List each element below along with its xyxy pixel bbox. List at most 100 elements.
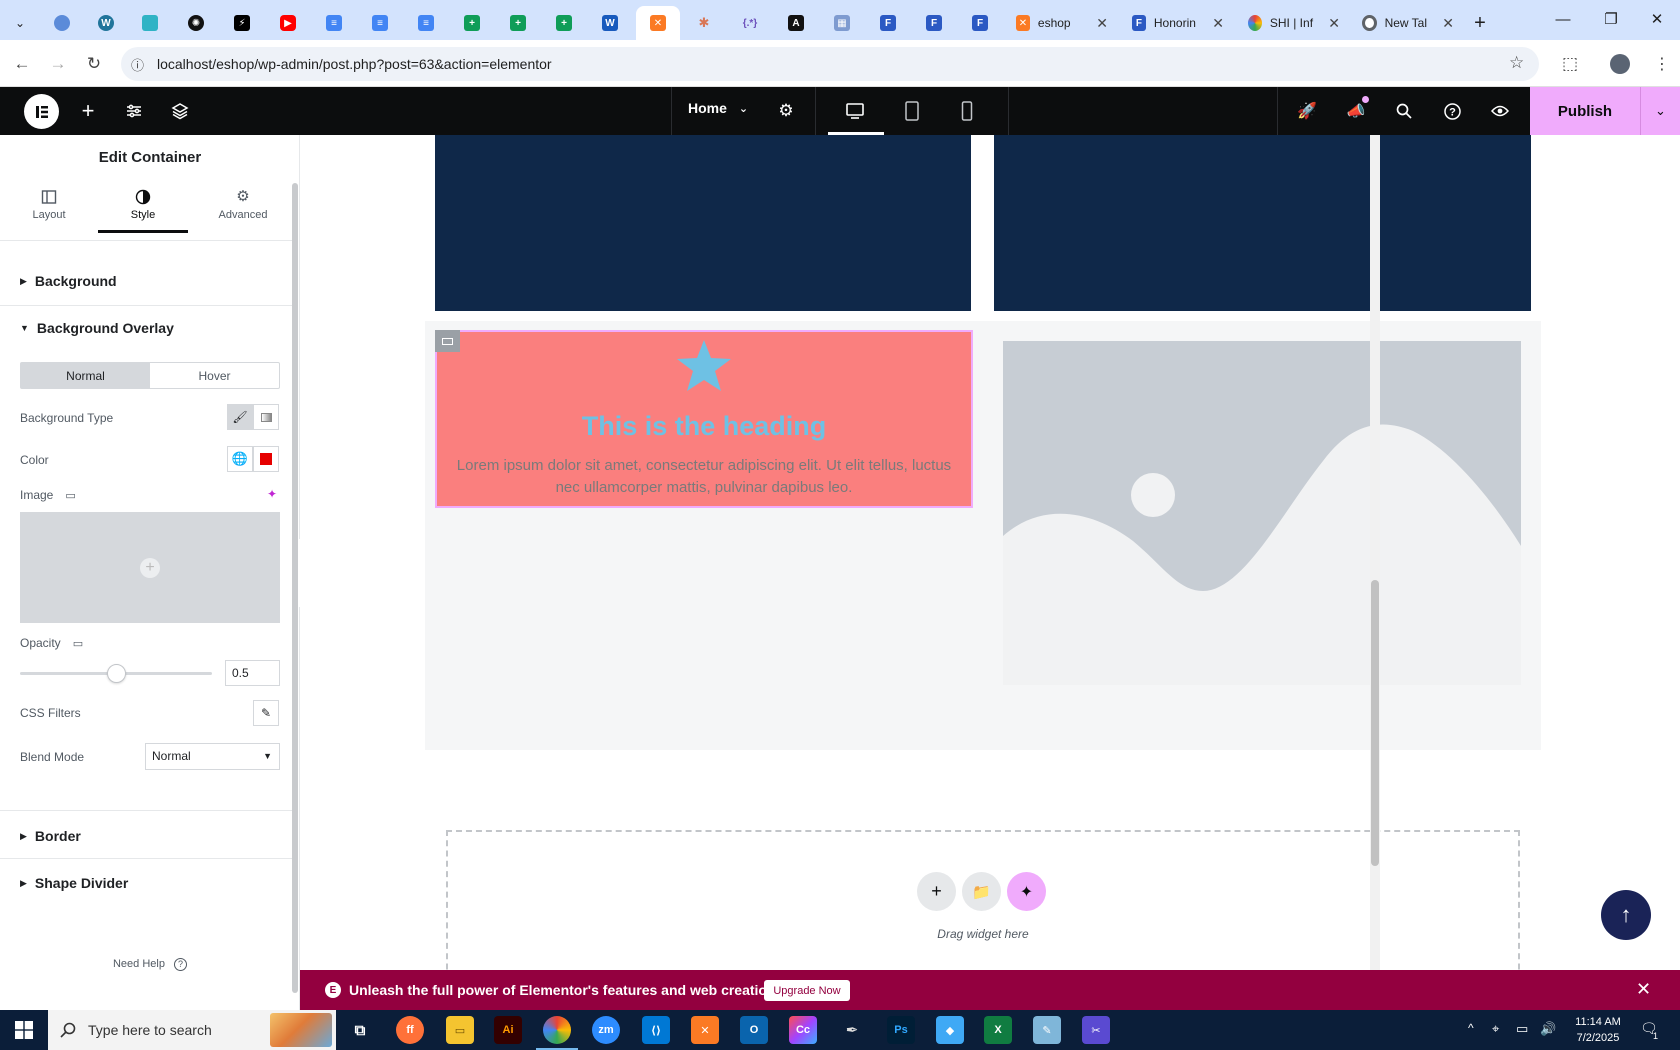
notepad-icon[interactable]: ✎ — [1033, 1016, 1061, 1044]
browser-tab-shi[interactable]: SHI | Inf ✕ — [1238, 6, 1350, 40]
restore-icon[interactable]: ❐ — [1588, 8, 1634, 32]
file-explorer-icon[interactable]: ▭ — [446, 1016, 474, 1044]
back-icon[interactable]: ← — [8, 50, 36, 78]
browser-tab[interactable]: + — [498, 6, 538, 40]
browser-tab[interactable]: ✺ — [176, 6, 216, 40]
snipping-tool-icon[interactable]: ✂ — [1082, 1016, 1110, 1044]
outlook-icon[interactable]: O — [740, 1016, 768, 1044]
text-editor-widget[interactable]: Lorem ipsum dolor sit amet, consectetur … — [450, 455, 958, 499]
css-filters-edit-button[interactable]: ✎ — [253, 700, 279, 726]
close-icon[interactable]: ✕ — [1636, 979, 1651, 1000]
ai-generate-button[interactable]: ✦ — [1007, 872, 1046, 911]
container-handle[interactable] — [435, 330, 460, 352]
back-to-top-button[interactable]: ↑ — [1601, 890, 1651, 940]
opacity-slider-handle[interactable] — [107, 664, 126, 683]
add-element-icon[interactable]: + — [76, 98, 100, 123]
browser-tab[interactable]: ▶ — [268, 6, 308, 40]
reload-icon[interactable]: ↻ — [80, 50, 108, 78]
upgrade-now-button[interactable]: Upgrade Now — [764, 980, 850, 1001]
tablet-device-icon[interactable] — [900, 99, 924, 123]
blend-mode-select[interactable]: Normal ▼ — [145, 743, 280, 770]
new-tab-button[interactable]: + — [1464, 6, 1496, 40]
system-clock[interactable]: 11:14 AM 7/2/2025 — [1568, 1014, 1628, 1046]
close-window-icon[interactable]: ✕ — [1634, 8, 1680, 32]
help-icon[interactable]: ? — [1440, 99, 1464, 123]
browser-tab-honorin[interactable]: F Honorin ✕ — [1122, 6, 1234, 40]
browser-tab[interactable] — [42, 6, 82, 40]
publish-button[interactable]: Publish — [1530, 87, 1640, 135]
start-button[interactable] — [0, 1010, 48, 1050]
tab-advanced[interactable]: ⚙ Advanced — [198, 181, 288, 233]
browser-tab[interactable]: ▦ — [822, 6, 862, 40]
browser-tab-eshop[interactable]: ✕ eshop ✕ — [1006, 6, 1118, 40]
browser-tab[interactable]: ≡ — [406, 6, 446, 40]
excel-icon[interactable]: X — [984, 1016, 1012, 1044]
firefox-icon[interactable]: ff — [396, 1016, 424, 1044]
browser-menu-icon[interactable]: ⋮ — [1648, 50, 1676, 78]
chrome-icon[interactable] — [543, 1016, 571, 1044]
opacity-input[interactable]: 0.5 — [225, 660, 280, 686]
tab-search-button[interactable]: ⌄ — [6, 6, 34, 40]
publish-options-button[interactable]: ⌄ — [1640, 87, 1680, 135]
structure-layers-icon[interactable] — [168, 99, 192, 123]
browser-tab[interactable]: W — [86, 6, 126, 40]
browser-tab[interactable]: F — [868, 6, 908, 40]
volume-icon[interactable]: 🔊 — [1540, 1021, 1556, 1037]
show-hidden-icons-icon[interactable]: ^ — [1468, 1021, 1474, 1035]
location-icon[interactable]: ⌖ — [1492, 1021, 1499, 1037]
extensions-icon[interactable]: ⬚ — [1556, 50, 1584, 78]
rocket-icon[interactable]: 🚀 — [1295, 99, 1319, 123]
panel-scrollbar[interactable] — [292, 183, 298, 993]
state-normal-tab[interactable]: Normal — [21, 363, 150, 388]
network-icon[interactable]: ▭ — [1516, 1021, 1528, 1037]
browser-tab[interactable]: ≡ — [360, 6, 400, 40]
browser-tab[interactable]: + — [452, 6, 492, 40]
browser-tab[interactable]: A — [776, 6, 816, 40]
close-icon[interactable]: ✕ — [1328, 15, 1340, 32]
mobile-device-icon[interactable] — [955, 99, 979, 123]
pen-tool-icon[interactable]: ✒ — [838, 1016, 866, 1044]
tab-layout[interactable]: Layout — [4, 181, 94, 233]
desktop-responsive-icon[interactable]: ▭ — [65, 489, 75, 502]
close-icon[interactable]: ✕ — [1212, 15, 1224, 32]
browser-tab[interactable]: + — [544, 6, 584, 40]
search-icon[interactable] — [1392, 99, 1416, 123]
site-settings-icon[interactable] — [122, 99, 146, 123]
template-library-button[interactable]: 📁 — [962, 872, 1001, 911]
browser-tab-new[interactable]: New Tal ✕ — [1352, 6, 1464, 40]
illustrator-icon[interactable]: Ai — [494, 1016, 522, 1044]
elementor-logo-icon[interactable] — [24, 94, 59, 129]
bookmark-star-icon[interactable]: ☆ — [1509, 53, 1524, 73]
browser-tab[interactable] — [130, 6, 170, 40]
dark-container-left[interactable] — [435, 135, 971, 311]
page-selector[interactable]: Home ⌄ — [688, 100, 748, 116]
bg-type-classic-button[interactable]: 🖌 — [227, 404, 253, 430]
ai-sparkle-icon[interactable]: ✦ — [267, 487, 277, 501]
browser-tab-active[interactable]: ✕ — [636, 6, 680, 40]
page-settings-gear-icon[interactable]: ⚙ — [774, 99, 798, 123]
close-icon[interactable]: ✕ — [1442, 15, 1454, 32]
canvas-scrollbar-thumb[interactable] — [1371, 580, 1379, 866]
bg-type-gradient-button[interactable] — [253, 404, 279, 430]
heading-widget[interactable]: This is the heading — [435, 411, 973, 442]
xampp-icon[interactable]: ✕ — [691, 1016, 719, 1044]
global-color-button[interactable]: 🌐 — [227, 446, 253, 472]
section-shape-divider[interactable]: ▶ Shape Divider — [20, 875, 128, 891]
address-bar[interactable]: ⓘ localhost/eshop/wp-admin/post.php?post… — [121, 47, 1539, 81]
section-background[interactable]: ▶ Background — [20, 273, 117, 289]
browser-tab[interactable]: ⚡ — [222, 6, 262, 40]
browser-tab[interactable]: {.*} — [730, 6, 770, 40]
vscode-icon[interactable]: ⟨⟩ — [642, 1016, 670, 1044]
browser-tab[interactable]: F — [960, 6, 1000, 40]
preview-eye-icon[interactable] — [1488, 99, 1512, 123]
minimize-icon[interactable]: — — [1540, 8, 1586, 32]
image-placeholder[interactable] — [1003, 341, 1521, 685]
browser-tab[interactable]: W — [590, 6, 630, 40]
photoshop-icon[interactable]: Ps — [887, 1016, 915, 1044]
tab-style[interactable]: Style — [98, 181, 188, 233]
dark-container-right[interactable] — [994, 135, 1531, 311]
taskbar-search[interactable]: Type here to search — [48, 1010, 336, 1050]
desktop-device-icon[interactable] — [843, 99, 867, 123]
zoom-icon[interactable]: zm — [592, 1016, 620, 1044]
section-border[interactable]: ▶ Border — [20, 828, 81, 844]
